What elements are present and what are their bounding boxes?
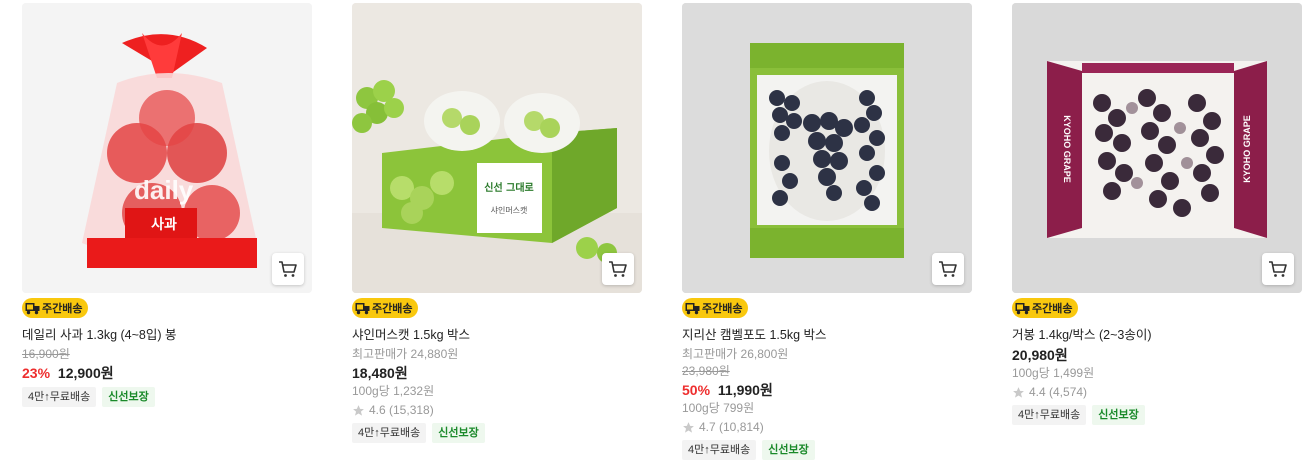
rating-text: 4.6 (15,318)	[369, 403, 434, 417]
fresh-guarantee-chip: 신선보장	[1092, 405, 1145, 425]
original-price: 16,900원	[22, 347, 70, 361]
rating-text: 4.7 (10,814)	[699, 420, 764, 434]
weekly-delivery-badge: 주간배송	[22, 298, 89, 318]
truck-icon	[1015, 303, 1030, 315]
unit-price: 100g당 1,232원	[352, 384, 435, 398]
tag-chips: 4만↑무료배송 신선보장	[682, 440, 972, 460]
add-to-cart-button[interactable]	[932, 253, 964, 285]
box-side-text-left: KYOHO GRAPE	[1062, 115, 1072, 183]
apple-bag-illustration: daily 사과	[22, 3, 312, 293]
price-row: 20,980원	[1012, 346, 1302, 364]
product-name[interactable]: 지리산 캠벨포도 1.5kg 박스	[682, 327, 972, 343]
original-price: 23,980원	[682, 364, 730, 378]
rating[interactable]: 4.4 (4,574)	[1012, 384, 1302, 400]
highest-price: 최고판매가 26,800원	[682, 347, 789, 361]
campbell-grape-box-illustration	[682, 3, 972, 293]
unit-price: 100g당 799원	[682, 401, 755, 415]
weekly-delivery-badge: 주간배송	[1012, 298, 1079, 318]
truck-icon	[685, 303, 700, 315]
box-side-text-right: KYOHO GRAPE	[1242, 115, 1252, 183]
add-to-cart-button[interactable]	[1262, 253, 1294, 285]
cart-icon	[279, 261, 297, 277]
fresh-guarantee-chip: 신선보장	[102, 387, 155, 407]
highest-price: 최고판매가 24,880원	[352, 347, 459, 361]
sale-price: 12,900원	[57, 365, 114, 381]
badge-label: 주간배송	[1032, 303, 1073, 315]
badge-label: 주간배송	[42, 303, 83, 315]
free-shipping-chip: 4만↑무료배송	[352, 423, 427, 443]
discount-rate: 23%	[22, 365, 51, 381]
product-image[interactable]: 신선 그대로 샤인머스캣	[352, 3, 642, 293]
free-shipping-chip: 4만↑무료배송	[22, 387, 97, 407]
free-shipping-chip: 4만↑무료배송	[1012, 405, 1087, 425]
badge-label: 주간배송	[372, 303, 413, 315]
rating[interactable]: 4.7 (10,814)	[682, 419, 972, 435]
box-subtitle-text: 샤인머스캣	[491, 205, 528, 215]
product-image[interactable]: KYOHO GRAPE KYOHO GRAPE	[1012, 3, 1302, 293]
truck-icon	[355, 303, 370, 315]
sale-price: 11,990원	[717, 382, 773, 398]
rating-text: 4.4 (4,574)	[1029, 385, 1088, 399]
tag-chips: 4만↑무료배송 신선보장	[352, 423, 642, 443]
box-label-text: 신선 그대로	[484, 181, 533, 194]
bag-brand-text: daily	[134, 175, 194, 205]
truck-icon	[25, 303, 40, 315]
fresh-guarantee-chip: 신선보장	[762, 440, 815, 460]
tag-chips: 4만↑무료배송 신선보장	[1012, 405, 1302, 425]
product-card-shine-muscat[interactable]: 신선 그대로 샤인머스캣 주간배송 샤인머스캣 1.5kg 박스 최고판매가 2…	[352, 3, 642, 443]
badge-label: 주간배송	[702, 303, 743, 315]
product-grid: daily 사과 주간배송 데일리 사과 1.3kg (4~8입) 봉 16,9…	[0, 0, 1311, 465]
product-name[interactable]: 데일리 사과 1.3kg (4~8입) 봉	[22, 327, 312, 343]
cart-icon	[609, 261, 627, 277]
price-row: 50% 11,990원	[682, 381, 972, 399]
product-name[interactable]: 거봉 1.4kg/박스 (2~3송이)	[1012, 327, 1302, 343]
cart-icon	[1269, 261, 1287, 277]
fresh-guarantee-chip: 신선보장	[432, 423, 485, 443]
sale-price: 18,480원	[352, 365, 408, 381]
price-row: 23% 12,900원	[22, 364, 312, 382]
free-shipping-chip: 4만↑무료배송	[682, 440, 757, 460]
sale-price: 20,980원	[1012, 347, 1068, 363]
unit-price: 100g당 1,499원	[1012, 366, 1095, 380]
product-image[interactable]	[682, 3, 972, 293]
rating[interactable]: 4.6 (15,318)	[352, 402, 642, 418]
product-image[interactable]: daily 사과	[22, 3, 312, 293]
add-to-cart-button[interactable]	[602, 253, 634, 285]
kyoho-grape-box-illustration: KYOHO GRAPE KYOHO GRAPE	[1012, 3, 1302, 293]
weekly-delivery-badge: 주간배송	[682, 298, 749, 318]
add-to-cart-button[interactable]	[272, 253, 304, 285]
star-icon	[683, 421, 694, 433]
shine-muscat-box-illustration: 신선 그대로 샤인머스캣	[352, 3, 642, 293]
product-card-kyoho-grape[interactable]: KYOHO GRAPE KYOHO GRAPE 주간배송 거봉 1.4kg/박스…	[1012, 3, 1302, 425]
bag-label-text: 사과	[151, 217, 177, 233]
price-row: 18,480원	[352, 364, 642, 382]
product-card-campbell-grape[interactable]: 주간배송 지리산 캠벨포도 1.5kg 박스 최고판매가 26,800원 23,…	[682, 3, 972, 460]
tag-chips: 4만↑무료배송 신선보장	[22, 387, 312, 407]
discount-rate: 50%	[682, 382, 711, 398]
star-icon	[353, 404, 364, 416]
cart-icon	[939, 261, 957, 277]
product-card-apple[interactable]: daily 사과 주간배송 데일리 사과 1.3kg (4~8입) 봉 16,9…	[22, 3, 312, 407]
star-icon	[1013, 386, 1024, 398]
product-name[interactable]: 샤인머스캣 1.5kg 박스	[352, 327, 642, 343]
weekly-delivery-badge: 주간배송	[352, 298, 419, 318]
